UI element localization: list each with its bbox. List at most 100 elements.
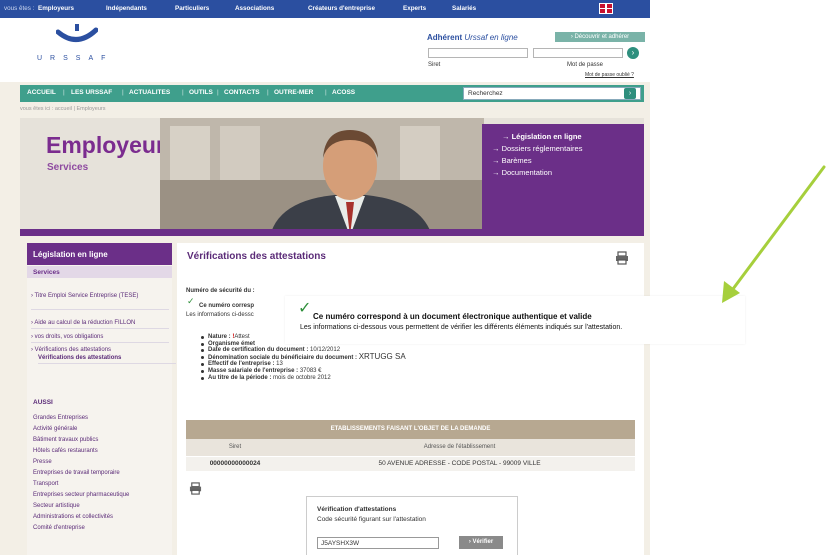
detail-masse-salariale: Masse salariale de l'entreprise : 37083 … — [201, 368, 406, 375]
banner-link-baremes[interactable]: → Barèmes — [492, 156, 532, 165]
sidebar-heading: Législation en ligne — [27, 243, 172, 265]
table-row: 00000000000024 50 AVENUE ADRESSE - CODE … — [186, 456, 635, 471]
check-icon: ✓ — [187, 296, 195, 306]
nav-separator: | — [182, 89, 184, 96]
breadcrumb: vous êtes ici : accueil | Employeurs — [20, 106, 106, 112]
login-go-button[interactable]: › — [627, 47, 639, 59]
audience-experts[interactable]: Experts — [403, 5, 426, 12]
banner-menu: → Législation en ligne → Dossiers réglem… — [482, 124, 644, 230]
forgot-password-link[interactable]: Mot de passe oublié ? — [585, 72, 634, 78]
nav-outils[interactable]: OUTILS — [189, 89, 213, 96]
verification-form: Vérification d'attestations Code sécurit… — [306, 496, 518, 555]
english-flag-icon[interactable] — [599, 3, 613, 14]
banner-link-legislation[interactable]: → Législation en ligne — [502, 132, 582, 141]
sidebar-item-fillon[interactable]: › Aide au calcul de la réduction FILLON — [31, 319, 169, 329]
cell-siret: 00000000000024 — [209, 460, 261, 467]
table-heading: ETABLISSEMENTS FAISANT L'OBJET DE LA DEM… — [186, 420, 635, 439]
printer-icon[interactable] — [615, 251, 629, 265]
sidebar-cat-administrations[interactable]: Administrations et collectivités — [33, 514, 113, 520]
password-label: Mot de passe — [567, 62, 604, 68]
login-title: Adhérent Urssaf en ligne — [427, 33, 518, 42]
nav-outre-mer[interactable]: OUTRE-MER — [274, 89, 313, 96]
annotation-arrow-icon — [722, 165, 826, 303]
sidebar-item-tese[interactable]: › Titre Emploi Service Entreprise (TESE) — [31, 292, 169, 310]
sidebar-cat-grandes-entreprises[interactable]: Grandes Entreprises — [33, 415, 88, 421]
detail-denomination: Dénomination sociale du bénéficiaire du … — [201, 352, 406, 362]
callout-text: Les informations ci-dessous vous permett… — [300, 324, 623, 331]
banner-subtitle: Services — [47, 162, 89, 173]
sidebar: Législation en ligne Services › Titre Em… — [27, 243, 176, 555]
audience-independants[interactable]: Indépendants — [106, 5, 147, 12]
banner-link-dossiers[interactable]: → Dossiers réglementaires — [492, 144, 582, 153]
sidebar-cat-transport[interactable]: Transport — [33, 481, 58, 487]
sidebar-cat-presse[interactable]: Presse — [33, 459, 52, 465]
nav-les-urssaf[interactable]: LES URSSAF — [71, 89, 112, 96]
search-button[interactable]: › — [624, 88, 636, 99]
hero-banner: Employeurs Services → Législation en lig… — [20, 118, 644, 236]
printer-icon[interactable] — [189, 482, 202, 495]
sidebar-cat-btp[interactable]: Bâtiment travaux publics — [33, 437, 98, 443]
column-siret: Siret — [228, 444, 242, 450]
nav-separator: | — [122, 89, 124, 96]
audience-particuliers[interactable]: Particuliers — [175, 5, 209, 12]
sidebar-cat-comite[interactable]: Comité d'entreprise — [33, 525, 85, 531]
info-text: Les informations ci-dessc — [186, 312, 254, 318]
column-adresse: Adresse de l'établissement — [423, 444, 496, 450]
audience-associations[interactable]: Associations — [235, 5, 274, 12]
verification-title: Vérification d'attestations — [317, 506, 397, 513]
urssaf-page: vous êtes : Employeurs Indépendants Part… — [0, 0, 650, 555]
site-header: URSSAF Adhérent Urssaf en ligne › Découv… — [0, 18, 650, 82]
login-title-italic: Urssaf en ligne — [464, 33, 518, 42]
banner-title: Employeurs — [46, 132, 178, 158]
audience-employeurs[interactable]: Employeurs — [38, 5, 74, 12]
audience-createurs[interactable]: Créateurs d'entreprise — [308, 5, 375, 12]
nav-acoss[interactable]: ACOSS — [332, 89, 355, 96]
table-header-row: Siret Adresse de l'établissement — [186, 439, 635, 456]
main-content: Vérifications des attestations Numéro de… — [177, 243, 644, 555]
nav-actualites[interactable]: ACTUALITES — [129, 89, 170, 96]
sidebar-cat-artistique[interactable]: Secteur artistique — [33, 503, 80, 509]
verification-subtitle: Code sécurité figurant sur l'attestation — [317, 516, 426, 523]
search-input[interactable]: Recherchez — [463, 87, 641, 100]
nav-contacts[interactable]: CONTACTS — [224, 89, 260, 96]
audience-salaries[interactable]: Salariés — [452, 5, 476, 12]
sidebar-cat-hcr[interactable]: Hôtels cafés restaurants — [33, 448, 98, 454]
logo-text: URSSAF — [37, 55, 114, 62]
sidebar-item-droits[interactable]: › vos droits, vos obligations — [31, 333, 169, 343]
nav-separator: | — [63, 89, 65, 96]
establishments-table: ETABLISSEMENTS FAISANT L'OBJET DE LA DEM… — [186, 420, 635, 471]
nav-separator: | — [267, 89, 269, 96]
login-title-bold: Adhérent — [427, 33, 463, 42]
sidebar-item-verifications-active[interactable]: Vérifications des attestations — [38, 354, 176, 364]
security-code-input[interactable]: J5AYSHX3W — [317, 537, 439, 549]
search-placeholder: Recherchez — [468, 90, 503, 97]
detail-effectif: Effectif de l'entreprise : 13 — [201, 361, 406, 368]
banner-strip — [20, 229, 644, 236]
sidebar-aussi: AUSSI — [33, 399, 53, 406]
nav-separator: | — [325, 89, 327, 96]
join-button[interactable]: › Découvrir et adhérer — [555, 32, 645, 42]
cell-adresse: 50 AVENUE ADRESSE - CODE POSTAL - 99009 … — [378, 460, 541, 467]
verify-button[interactable]: › Vérifier — [459, 536, 503, 549]
security-number-label: Numéro de sécurité du : — [186, 288, 255, 294]
valid-message: Ce numéro corresp — [199, 303, 255, 309]
siret-input[interactable] — [428, 48, 528, 58]
sidebar-cat-pharmaceutique[interactable]: Entreprises secteur pharmaceutique — [33, 492, 129, 498]
detail-periode: Au titre de la période : mois de octobre… — [201, 375, 406, 382]
sidebar-cat-activite-generale[interactable]: Activité générale — [33, 426, 77, 432]
nav-separator: | — [217, 89, 219, 96]
page-title: Vérifications des attestations — [187, 251, 326, 262]
businessman-photo — [160, 118, 484, 236]
siret-label: Siret — [428, 62, 441, 68]
sidebar-cat-travail-temporaire[interactable]: Entreprises de travail temporaire — [33, 470, 120, 476]
main-nav: ACCUEIL | LES URSSAF | ACTUALITES | OUTI… — [20, 85, 644, 102]
audience-bar: vous êtes : Employeurs Indépendants Part… — [0, 0, 650, 18]
sidebar-services: Services — [27, 266, 172, 278]
password-input[interactable] — [533, 48, 623, 58]
audience-lead: vous êtes : — [4, 5, 35, 12]
check-icon: ✓ — [298, 300, 312, 317]
callout-title: Ce numéro correspond à un document élect… — [313, 312, 592, 321]
urssaf-logo-icon[interactable] — [56, 24, 98, 50]
banner-link-documentation[interactable]: → Documentation — [492, 168, 552, 177]
nav-accueil[interactable]: ACCUEIL — [27, 89, 56, 96]
